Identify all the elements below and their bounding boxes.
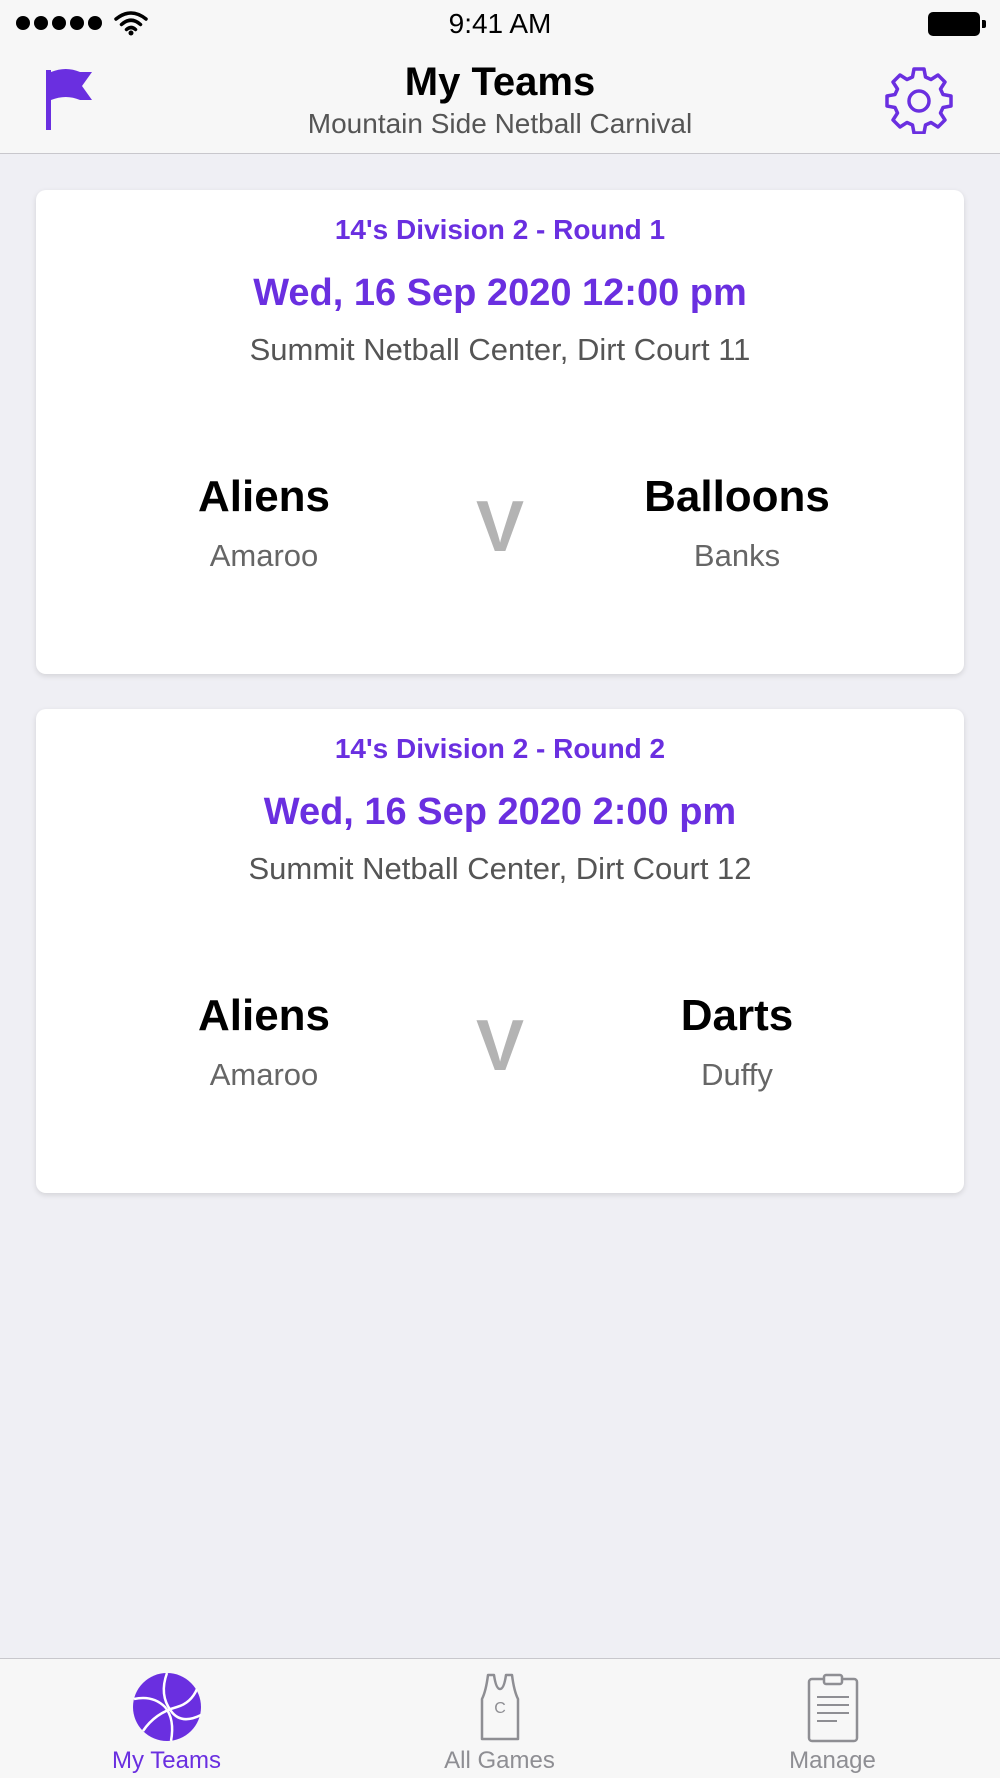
game-datetime: Wed, 16 Sep 2020 12:00 pm bbox=[253, 272, 747, 314]
away-team-name: Balloons bbox=[644, 472, 830, 521]
page-title: My Teams bbox=[404, 60, 596, 104]
game-card[interactable]: 14's Division 2 - Round 2 Wed, 16 Sep 20… bbox=[36, 709, 964, 1193]
game-venue: Summit Netball Center, Dirt Court 11 bbox=[249, 332, 751, 367]
navigation-bar: My Teams Mountain Side Netball Carnival bbox=[0, 48, 1000, 154]
tab-manage[interactable]: Manage bbox=[666, 1659, 999, 1778]
gear-icon[interactable] bbox=[884, 64, 954, 134]
status-bar: 9:41 AM bbox=[0, 0, 1000, 48]
svg-text:C: C bbox=[494, 1700, 506, 1717]
bib-icon: C bbox=[480, 1673, 519, 1741]
tab-bar: My Teams C All Games Manage bbox=[0, 1658, 1000, 1778]
division-label: 14's Division 2 - Round 1 bbox=[334, 214, 666, 245]
away-team-club: Banks bbox=[693, 538, 781, 573]
page-subtitle: Mountain Side Netball Carnival bbox=[307, 108, 693, 139]
tab-label: Manage bbox=[789, 1747, 876, 1774]
battery-icon bbox=[928, 12, 986, 36]
away-team-name: Darts bbox=[680, 991, 794, 1040]
netball-icon bbox=[132, 1672, 202, 1742]
game-card[interactable]: 14's Division 2 - Round 1 Wed, 16 Sep 20… bbox=[36, 190, 964, 674]
status-time: 9:41 AM bbox=[448, 8, 552, 39]
away-team: Darts Duffy bbox=[567, 991, 907, 1093]
game-datetime: Wed, 16 Sep 2020 2:00 pm bbox=[263, 791, 737, 833]
away-team-club: Duffy bbox=[701, 1057, 773, 1092]
tab-label: All Games bbox=[444, 1747, 555, 1774]
away-team: Balloons Banks bbox=[567, 472, 907, 574]
game-venue: Summit Netball Center, Dirt Court 12 bbox=[248, 851, 752, 886]
tab-my-teams[interactable]: My Teams bbox=[0, 1659, 333, 1778]
division-label: 14's Division 2 - Round 2 bbox=[334, 733, 666, 764]
tab-label: My Teams bbox=[112, 1747, 221, 1774]
tab-all-games[interactable]: C All Games bbox=[333, 1659, 666, 1778]
clipboard-icon bbox=[807, 1673, 858, 1743]
